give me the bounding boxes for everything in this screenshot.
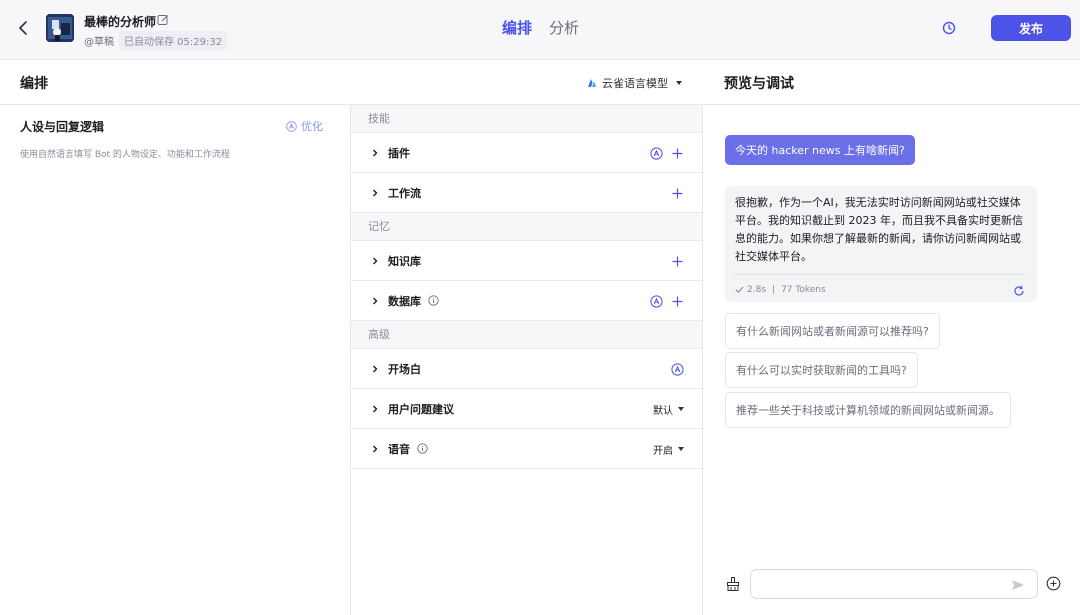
row-workflow[interactable]: 工作流 — [351, 173, 702, 213]
bot-avatar[interactable] — [46, 14, 74, 42]
info-icon[interactable] — [417, 443, 428, 454]
tab-analyze[interactable]: 分析 — [549, 17, 579, 38]
row-label: 语音 — [388, 442, 410, 456]
row-voice[interactable]: 语音 开启 — [351, 429, 702, 469]
clear-history-icon[interactable] — [725, 576, 741, 592]
send-icon[interactable] — [1011, 578, 1025, 592]
preview-title: 预览与调试 — [724, 76, 794, 92]
tab-edit[interactable]: 编排 — [502, 17, 532, 38]
preview-panel: 预览与调试 今天的 hacker news 上有啥新闻? 很抱歉，作为一个AI，… — [703, 60, 1080, 615]
optimize-button[interactable]: 优化 — [286, 118, 323, 134]
add-icon[interactable] — [671, 147, 684, 160]
bot-message-meta: 2.8s | 77 Tokens — [735, 274, 1027, 296]
row-opening[interactable]: 开场白 — [351, 349, 702, 389]
info-icon[interactable] — [428, 295, 439, 306]
bot-message: 很抱歉，作为一个AI，我无法实时访问新闻网站或社交媒体平台。我的知识截止到 20… — [725, 186, 1037, 302]
row-label: 插件 — [388, 146, 410, 160]
model-select[interactable]: 云雀语言模型 — [587, 75, 682, 91]
chevron-right-icon — [373, 365, 378, 372]
add-icon[interactable] — [671, 255, 684, 268]
skills-panel: 技能 插件 工作流 记忆 知识库 数据库 高级 开场白 用户问题建议 默认 语音… — [351, 105, 703, 615]
row-suggestions[interactable]: 用户问题建议 默认 — [351, 389, 702, 429]
group-label-memory: 记忆 — [351, 213, 702, 241]
ai-auto-icon[interactable] — [650, 146, 663, 160]
group-label-skills: 技能 — [351, 105, 702, 133]
meta-separator: | — [772, 284, 776, 295]
model-label: 云雀语言模型 — [602, 77, 668, 90]
refresh-icon[interactable] — [1013, 285, 1025, 297]
check-icon — [735, 286, 744, 293]
optimize-label: 优化 — [301, 120, 323, 133]
chevron-right-icon — [373, 297, 378, 304]
caret-down-icon — [678, 447, 684, 451]
row-plugins[interactable]: 插件 — [351, 133, 702, 173]
history-icon[interactable] — [941, 20, 957, 36]
row-label: 数据库 — [388, 294, 421, 308]
suggested-question[interactable]: 有什么可以实时获取新闻的工具吗? — [725, 352, 918, 388]
add-icon[interactable] — [671, 295, 684, 308]
chevron-right-icon — [373, 189, 378, 196]
row-label: 开场白 — [388, 362, 421, 376]
user-message: 今天的 hacker news 上有啥新闻? — [725, 135, 915, 165]
suggested-question[interactable]: 推荐一些关于科技或计算机领域的新闻网站或新闻源。 — [725, 392, 1011, 428]
row-database[interactable]: 数据库 — [351, 281, 702, 321]
suggestions-select[interactable]: 默认 — [653, 402, 684, 417]
group-label-advanced: 高级 — [351, 321, 702, 349]
voice-value: 开启 — [653, 445, 673, 457]
autosave-badge: 已自动保存 05:29:32 — [119, 31, 228, 50]
model-logo-icon — [588, 79, 596, 87]
draft-status: @草稿 — [84, 37, 114, 48]
caret-down-icon — [676, 81, 682, 85]
ai-auto-icon[interactable] — [671, 362, 684, 376]
chat-input-box — [750, 569, 1038, 599]
editor-title: 编排 — [20, 76, 48, 92]
chevron-right-icon — [373, 405, 378, 412]
suggested-question[interactable]: 有什么新闻网站或者新闻源可以推荐吗? — [725, 313, 940, 349]
ai-icon — [286, 120, 297, 132]
voice-select[interactable]: 开启 — [653, 442, 684, 457]
suggestions-value: 默认 — [653, 405, 673, 417]
ai-auto-icon[interactable] — [650, 294, 663, 308]
top-bar: 最棒的分析师 @草稿 已自动保存 05:29:32 编排 分析 发布 — [0, 0, 1080, 60]
edit-icon[interactable] — [157, 14, 169, 26]
back-arrow-icon[interactable] — [14, 18, 34, 38]
caret-down-icon — [678, 407, 684, 411]
response-time: 2.8s — [747, 284, 767, 295]
chevron-right-icon — [373, 257, 378, 264]
add-circle-icon[interactable] — [1046, 576, 1061, 591]
token-count: 77 Tokens — [781, 284, 826, 295]
chat-input[interactable] — [761, 576, 1001, 594]
row-knowledge[interactable]: 知识库 — [351, 241, 702, 281]
editor-header: 编排 云雀语言模型 — [0, 60, 703, 105]
persona-panel: 人设与回复逻辑 优化 — [0, 105, 351, 615]
chevron-right-icon — [373, 445, 378, 452]
publish-button[interactable]: 发布 — [991, 15, 1071, 41]
persona-input[interactable] — [20, 147, 340, 587]
row-label: 工作流 — [388, 186, 421, 200]
add-icon[interactable] — [671, 187, 684, 200]
preview-header: 预览与调试 — [703, 60, 1080, 105]
chevron-right-icon — [373, 149, 378, 156]
row-label: 用户问题建议 — [388, 402, 454, 416]
bot-message-text: 很抱歉，作为一个AI，我无法实时访问新闻网站或社交媒体平台。我的知识截止到 20… — [735, 196, 1023, 263]
bot-name: 最棒的分析师 — [84, 15, 157, 29]
persona-title: 人设与回复逻辑 — [20, 120, 105, 134]
row-label: 知识库 — [388, 254, 421, 268]
